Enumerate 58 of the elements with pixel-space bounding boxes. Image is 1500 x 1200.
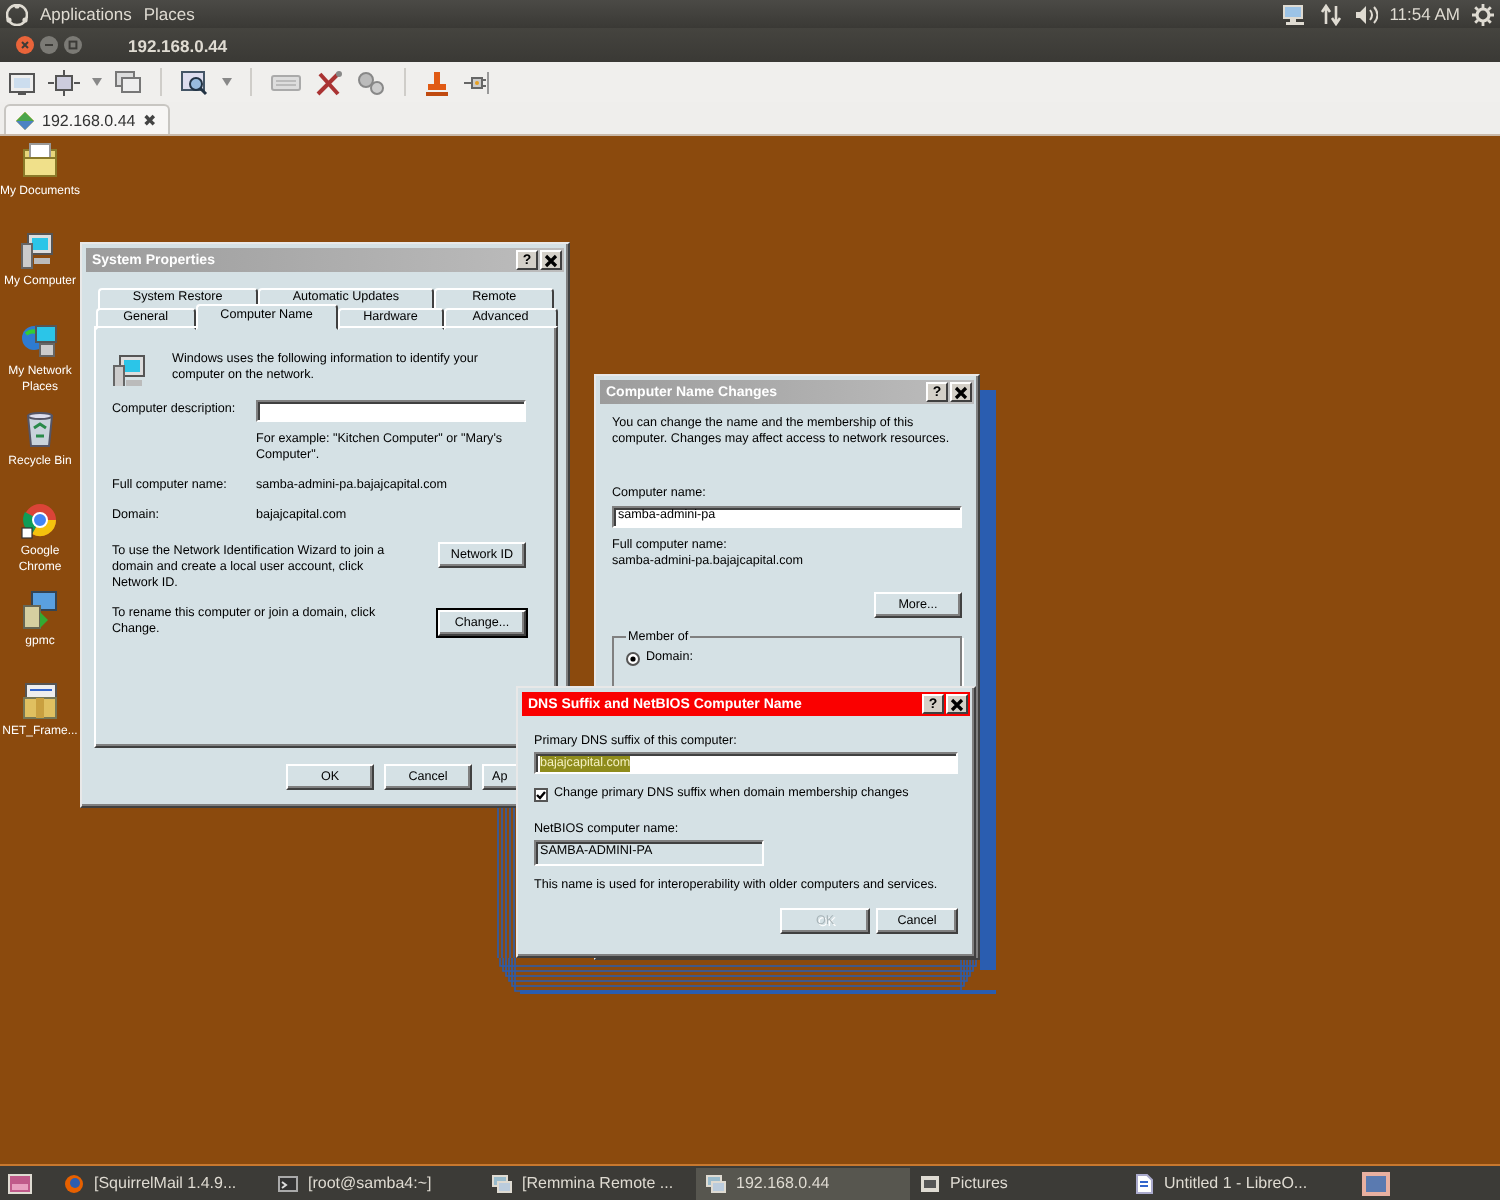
window-title: 192.168.0.44 xyxy=(128,35,228,55)
package-icon[interactable] xyxy=(20,680,60,720)
windows-icon[interactable] xyxy=(114,69,142,95)
taskbar-item[interactable]: [SquirrelMail 1.4.9... xyxy=(54,1167,268,1199)
checkbox[interactable] xyxy=(534,787,548,802)
browser-icon xyxy=(64,1173,84,1193)
show-desktop-icon[interactable] xyxy=(8,1173,32,1193)
menu-item[interactable]: Applications xyxy=(40,4,132,24)
ubuntu-logo-icon[interactable] xyxy=(6,3,28,25)
close-button[interactable]: ✖ xyxy=(143,111,158,129)
browser-icon[interactable] xyxy=(20,500,60,540)
taskbar-label: Pictures xyxy=(950,1174,1008,1192)
close-button[interactable] xyxy=(946,694,968,714)
screen-icon[interactable] xyxy=(8,69,36,95)
network-icon[interactable] xyxy=(20,320,60,360)
transfer-arrows-icon[interactable] xyxy=(1319,3,1342,25)
taskbar-item[interactable]: Untitled 1 - LibreO... xyxy=(1124,1167,1338,1199)
close-icon[interactable] xyxy=(16,36,34,54)
taskbar-label: Untitled 1 - LibreO... xyxy=(1164,1174,1308,1192)
diamond-icon xyxy=(16,111,34,129)
close-button[interactable] xyxy=(540,250,562,270)
taskbar-item[interactable]: 192.168.0.44 xyxy=(696,1167,910,1199)
resize-arrows-icon[interactable] xyxy=(48,69,80,95)
caret-icon[interactable] xyxy=(92,78,102,86)
input-field[interactable] xyxy=(256,400,526,422)
taskbar-label: [Remmina Remote ... xyxy=(522,1174,674,1192)
taskbar-item[interactable]: [Remmina Remote ... xyxy=(482,1167,696,1199)
close-button[interactable] xyxy=(950,382,972,402)
caret-icon[interactable] xyxy=(222,78,232,86)
documents-icon[interactable] xyxy=(20,140,60,180)
document-icon xyxy=(1134,1173,1154,1193)
tab-label: 192.168.0.44 xyxy=(42,111,136,129)
taskbar-item[interactable]: [root@samba4:~] xyxy=(268,1167,482,1199)
clock[interactable]: 11:54 AM xyxy=(1389,4,1460,24)
radio-button[interactable] xyxy=(626,651,640,666)
terminal-icon xyxy=(278,1173,298,1193)
plug-icon[interactable] xyxy=(462,69,490,95)
settings-icon[interactable] xyxy=(1472,3,1494,25)
taskbar-item[interactable]: Pictures xyxy=(910,1167,1124,1199)
maximize-icon[interactable] xyxy=(64,36,82,54)
stamp-icon[interactable] xyxy=(424,69,450,95)
taskbar-label: 192.168.0.44 xyxy=(736,1174,830,1192)
gears-icon[interactable] xyxy=(356,69,386,95)
speaker-icon[interactable] xyxy=(1353,3,1378,25)
taskbar-label: [root@samba4:~] xyxy=(308,1174,432,1192)
workspace-switcher-icon[interactable] xyxy=(1362,1171,1390,1195)
taskbar-label: [SquirrelMail 1.4.9... xyxy=(94,1174,237,1192)
zoom-icon[interactable] xyxy=(180,69,210,95)
network-icon[interactable] xyxy=(1281,3,1308,25)
minimize-icon[interactable] xyxy=(40,36,58,54)
installer-icon[interactable] xyxy=(20,590,60,630)
close-icon xyxy=(954,385,968,399)
close-icon xyxy=(544,253,558,267)
remote-icon xyxy=(492,1173,512,1193)
menu-item[interactable]: Places xyxy=(143,4,195,24)
remote-icon xyxy=(706,1173,726,1193)
close-icon xyxy=(950,697,964,711)
tab[interactable]: 192.168.0.44 ✖ xyxy=(4,104,170,134)
